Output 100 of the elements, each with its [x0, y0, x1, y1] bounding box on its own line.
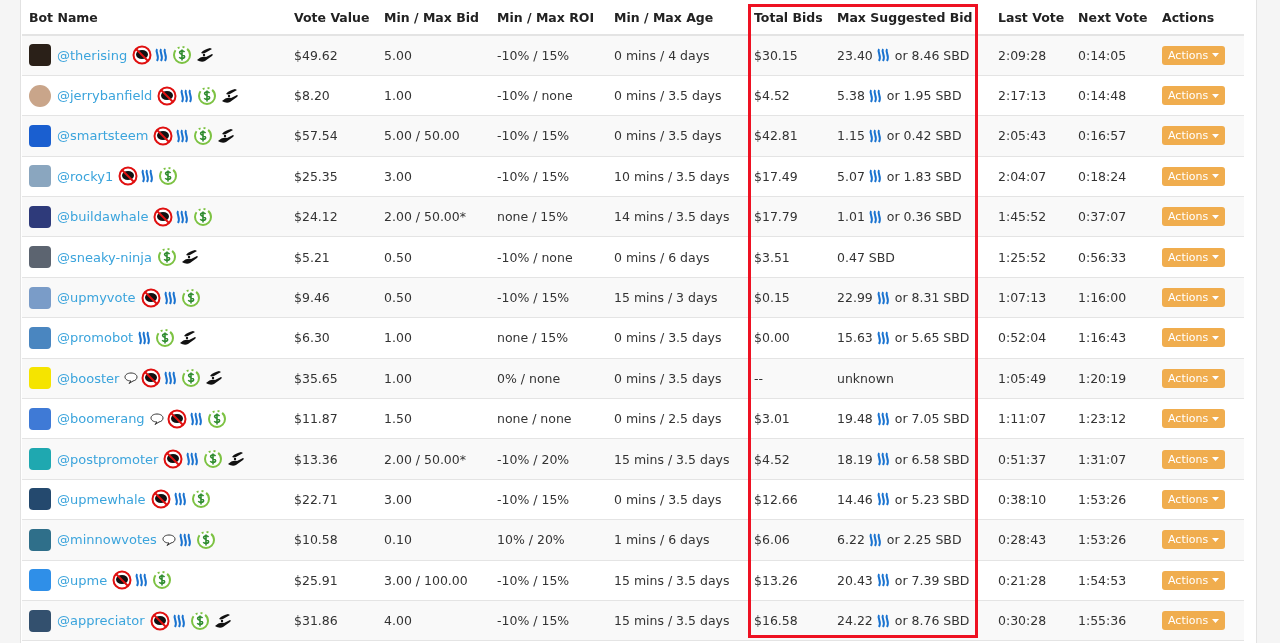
caret-icon: [1212, 497, 1220, 502]
hand-icon: [216, 126, 237, 145]
last-vote: 0:52:04: [998, 330, 1047, 346]
actions-button[interactable]: Actions: [1162, 45, 1226, 65]
refund-icon: [190, 489, 211, 510]
actions-button[interactable]: Actions: [1162, 247, 1226, 267]
refund-icon: [189, 610, 210, 631]
bot-link[interactable]: @rocky1: [57, 168, 114, 184]
last-vote: 1:07:13: [998, 290, 1047, 306]
steem-icon: [173, 492, 188, 507]
no-comments-icon: [153, 125, 174, 146]
no-comments-icon: [112, 570, 133, 591]
steem-icon: [876, 411, 891, 426]
steem-icon: [180, 88, 195, 103]
total-bids: $12.66: [754, 492, 798, 507]
min-max-bid: 3.00: [384, 492, 412, 507]
actions-button[interactable]: Actions: [1162, 207, 1226, 227]
last-vote: 1:11:07: [998, 411, 1047, 427]
min-max-roi: -10% / 15%: [497, 613, 570, 629]
sbd-amount: or 0.42 SBD: [886, 128, 962, 144]
bot-link[interactable]: @postpromoter: [57, 451, 159, 467]
bot-link[interactable]: @appreciator: [57, 613, 145, 629]
last-vote: 2:04:07: [998, 168, 1047, 184]
sbd-amount: or 8.76 SBD: [894, 613, 970, 629]
bot-link[interactable]: @promobot: [57, 330, 134, 346]
steem-amount: 24.22: [837, 613, 873, 629]
refund-icon: [206, 408, 227, 429]
sbd-amount: or 5.23 SBD: [894, 492, 970, 507]
vote-value: $22.71: [294, 492, 338, 507]
actions-button[interactable]: Actions: [1162, 166, 1226, 186]
vote-value: $6.30: [294, 330, 330, 346]
min-max-age: 15 mins / 3 days: [614, 290, 718, 306]
actions-button[interactable]: Actions: [1162, 490, 1226, 509]
bot-link[interactable]: @therising: [57, 47, 128, 63]
min-max-age: 0 mins / 3.5 days: [614, 88, 722, 104]
total-bids: $30.15: [754, 47, 798, 63]
total-bids: $17.49: [754, 168, 798, 184]
min-max-age: 0 mins / 3.5 days: [614, 330, 722, 346]
bot-link[interactable]: @sneaky-ninja: [57, 249, 152, 265]
steem-icon: [876, 492, 891, 507]
min-max-roi: -10% / none: [497, 88, 573, 104]
no-comments-icon: [118, 166, 139, 187]
bot-link[interactable]: @buildawhale: [57, 209, 149, 225]
refund-icon: [155, 327, 176, 348]
bot-link[interactable]: @upmewhale: [57, 492, 146, 507]
bot-link[interactable]: @jerrybanfield: [57, 88, 153, 104]
steem-amount: 22.99: [837, 290, 873, 306]
steem-amount: 20.43: [837, 572, 873, 588]
steem-icon: [876, 613, 891, 628]
refund-icon: [152, 570, 173, 591]
steem-icon: [155, 48, 170, 63]
actions-button[interactable]: Actions: [1162, 409, 1226, 429]
min-max-bid: 0.50: [384, 290, 412, 306]
actions-button[interactable]: Actions: [1162, 570, 1226, 590]
actions-button[interactable]: Actions: [1162, 530, 1226, 550]
steem-icon: [876, 573, 891, 588]
min-max-bid: 1.00: [384, 88, 412, 104]
total-bids: $42.81: [754, 128, 798, 144]
actions-button[interactable]: Actions: [1162, 126, 1226, 146]
bot-link[interactable]: @booster: [57, 370, 120, 386]
refund-icon: [195, 529, 216, 550]
actions-button[interactable]: Actions: [1162, 86, 1226, 106]
next-vote: 0:16:57: [1078, 128, 1127, 144]
vote-value: $31.86: [294, 613, 338, 629]
total-bids: $6.06: [754, 532, 790, 548]
vote-value: $10.58: [294, 532, 338, 548]
bot-link[interactable]: @upme: [57, 572, 108, 588]
vote-value: $13.36: [294, 451, 338, 467]
min-max-roi: -10% / 15%: [497, 47, 570, 63]
steem-icon: [876, 452, 891, 467]
hand-icon: [220, 86, 241, 105]
actions-button[interactable]: Actions: [1162, 288, 1226, 308]
actions-button[interactable]: Actions: [1162, 328, 1226, 348]
next-vote: 1:53:26: [1078, 492, 1127, 507]
speech-bubble-icon: [161, 533, 176, 546]
vote-value: $5.21: [294, 249, 330, 265]
next-vote: 1:16:00: [1078, 290, 1127, 306]
steem-icon: [876, 48, 891, 63]
sbd-amount: or 1.83 SBD: [886, 168, 962, 184]
no-comments-icon: [153, 206, 174, 227]
refund-icon: [158, 166, 179, 187]
bot-link[interactable]: @boomerang: [57, 411, 145, 427]
no-comments-icon: [132, 45, 153, 66]
caret-icon: [1212, 133, 1220, 138]
steem-icon: [186, 452, 201, 467]
steem-amount: 5.38: [837, 88, 865, 104]
min-max-age: 0 mins / 2.5 days: [614, 411, 722, 427]
actions-button[interactable]: Actions: [1162, 449, 1226, 469]
steem-icon: [876, 290, 891, 305]
bot-link[interactable]: @minnowvotes: [57, 532, 157, 548]
steem-icon: [868, 532, 883, 547]
actions-button[interactable]: Actions: [1162, 368, 1226, 388]
steem-icon: [135, 573, 150, 588]
max-suggested-bid: 0.47 SBD: [837, 249, 895, 265]
no-comments-icon: [149, 610, 170, 631]
sbd-amount: or 2.25 SBD: [886, 532, 962, 548]
total-bids: $3.51: [754, 249, 790, 265]
actions-button[interactable]: Actions: [1162, 611, 1226, 631]
bot-link[interactable]: @smartsteem: [57, 128, 149, 144]
bot-link[interactable]: @upmyvote: [57, 290, 136, 306]
